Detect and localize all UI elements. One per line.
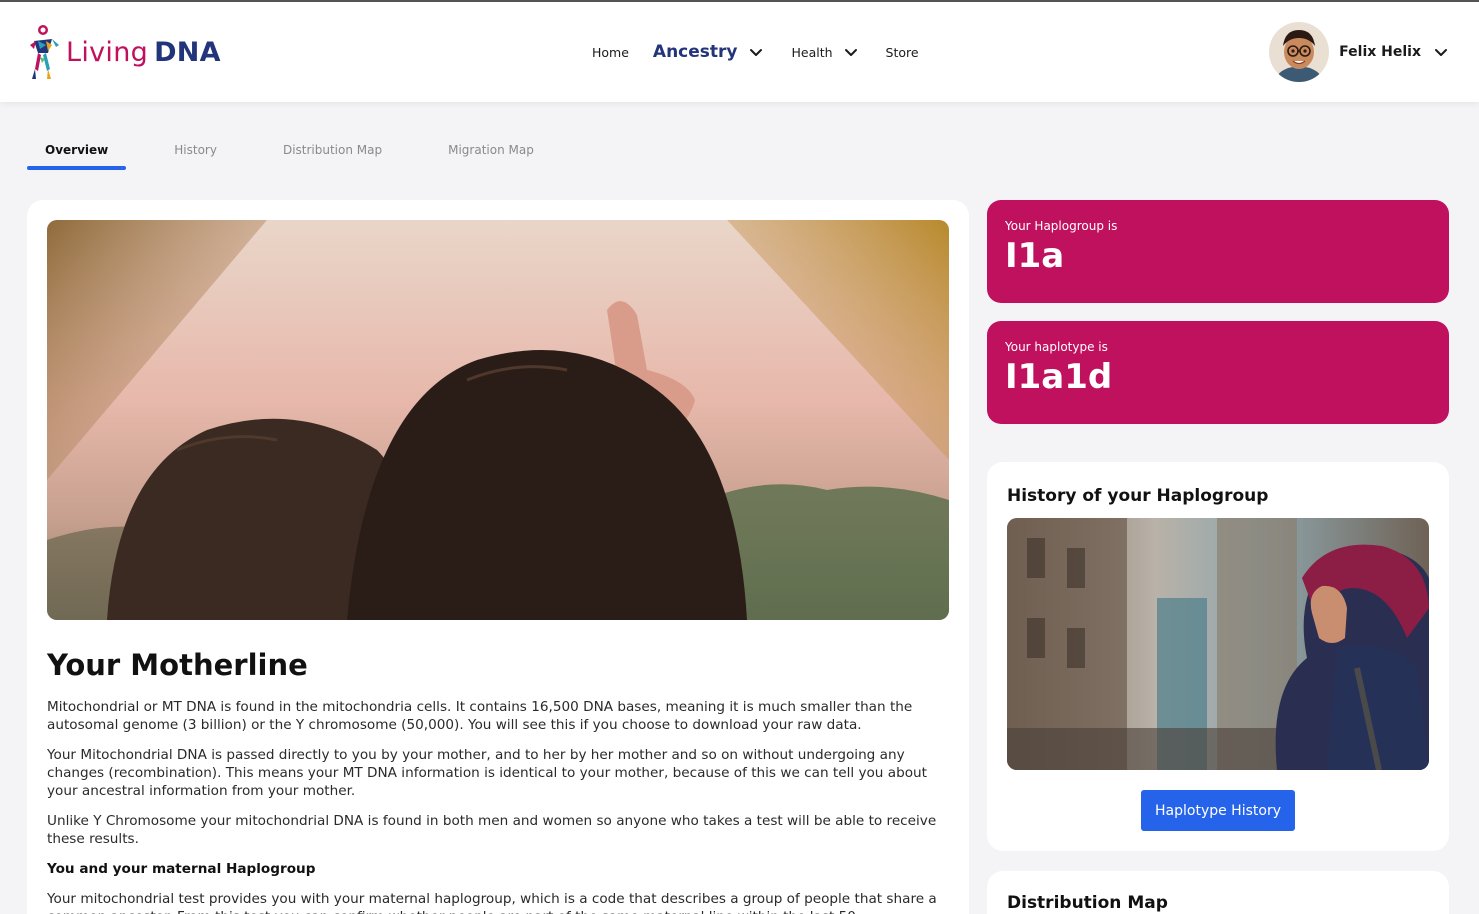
nav-home-label: Home [592,44,629,60]
section-tabs: Overview History Distribution Map Migrat… [27,138,552,170]
nav-store-label: Store [885,44,919,60]
tab-migration-map[interactable]: Migration Map [430,138,552,170]
chevron-down-icon[interactable] [1433,44,1449,60]
nav-ancestry[interactable]: Ancestry [653,42,764,62]
chevron-down-icon [748,44,764,60]
tab-overview[interactable]: Overview [27,138,127,170]
haplogroup-card: Your Haplogroup is I1a [987,200,1449,303]
distribution-map-card: Distribution Map [987,871,1449,914]
motherline-card: Your Motherline Mitochondrial or MT DNA … [27,200,969,914]
haplogroup-history-card: History of your Haplogroup Haplotype His… [987,462,1449,851]
user-avatar[interactable] [1269,22,1330,82]
living-dna-logo[interactable]: Living DNA [26,22,221,82]
haplogroup-history-title: History of your Haplogroup [1007,486,1269,506]
maternal-haplogroup-heading: You and your maternal Haplogroup [47,861,316,877]
distribution-map-title: Distribution Map [1007,893,1168,913]
haplotype-value: I1a1d [1005,357,1113,397]
nav-health-label: Health [791,44,833,60]
tab-history[interactable]: History [156,138,235,170]
nav-store[interactable]: Store [886,45,919,60]
haplotype-card: Your haplotype is I1a1d [987,321,1449,424]
nav-home[interactable]: Home [592,45,629,60]
hero-image [47,220,949,620]
user-name: Felix Helix [1339,44,1421,60]
paragraph: Your Mitochondrial DNA is passed directl… [47,747,927,799]
paragraph: Unlike Y Chromosome your mitochondrial D… [47,813,937,847]
tab-distribution-map[interactable]: Distribution Map [265,138,400,170]
paragraph: Mitochondrial or MT DNA is found in the … [47,699,913,733]
haplotype-label: Your haplotype is [1005,340,1108,354]
top-header: Living DNA Home Ancestry Health Store Fe… [0,2,1479,102]
haplogroup-label: Your Haplogroup is [1005,219,1118,233]
nav-health[interactable]: Health [792,44,859,60]
chevron-down-icon [843,44,859,60]
paragraph: Your mitochondrial test provides you wit… [47,891,937,914]
haplogroup-value: I1a [1005,236,1065,276]
nav-ancestry-label: Ancestry [652,42,738,62]
logo-word-dna: DNA [154,36,221,68]
haplotype-history-button[interactable]: Haplotype History [1141,790,1295,831]
main-nav: Home Ancestry Health Store [592,2,919,102]
dna-figure-logo-icon [30,25,59,79]
user-menu[interactable]: Felix Helix [1269,22,1449,82]
logo-word-living: Living [66,36,149,68]
page-title: Your Motherline [47,648,308,682]
motherline-description: Mitochondrial or MT DNA is found in the … [47,698,952,914]
logo-wordmark: Living DNA [66,39,221,66]
haplogroup-history-image [1007,518,1429,770]
